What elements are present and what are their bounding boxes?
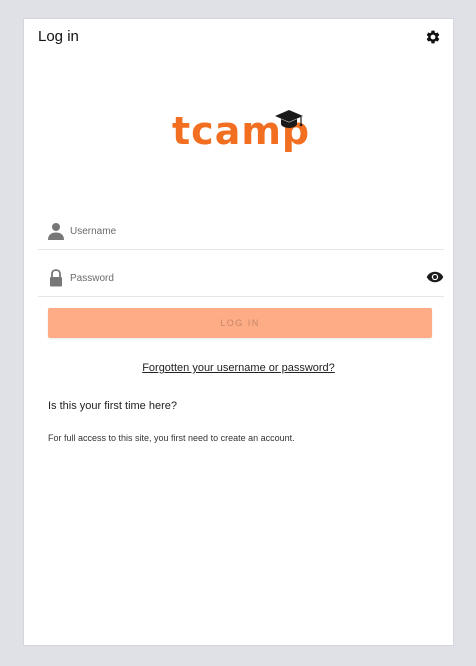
person-icon [48,223,64,240]
password-field [38,262,444,297]
first-time-heading: Is this your first time here? [48,400,177,412]
login-screen: Log in tcamp LOG IN Fo [23,18,454,646]
app-header: Log in [24,19,453,55]
username-input[interactable] [70,221,400,241]
password-input[interactable] [70,268,400,288]
login-button[interactable]: LOG IN [48,308,432,338]
graduation-cap-icon [275,110,303,128]
page-title: Log in [38,28,79,45]
signup-info-text: For full access to this site, you first … [48,433,295,443]
lock-icon [50,269,62,287]
forgot-password-link[interactable]: Forgotten your username or password? [24,362,453,374]
username-field [38,215,444,250]
tcamp-logo: tcamp [172,109,312,159]
eye-icon[interactable] [426,270,444,284]
gear-icon[interactable] [425,29,441,45]
